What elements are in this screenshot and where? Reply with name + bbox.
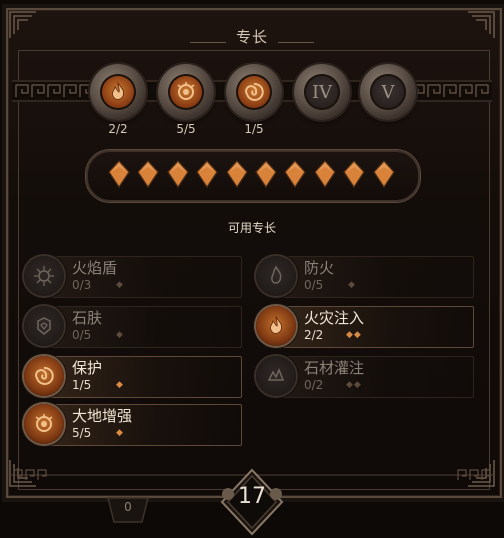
fire-shield-icon	[24, 256, 64, 296]
specialization-point-icon	[255, 160, 277, 188]
spec-cost: ◆	[116, 330, 124, 340]
spec-rank: 0/3	[72, 278, 92, 292]
protection-icon	[24, 356, 64, 396]
spec-fire-shield[interactable]: 火焰盾 0/3 ◆	[24, 256, 242, 298]
spec-fire-infusion[interactable]: 火灾注入 2/2 ◆◆	[256, 306, 474, 348]
specialization-point-icon	[284, 160, 307, 188]
rank-medal-5[interactable]: V	[360, 64, 416, 120]
available-specs-title: 可用专长	[227, 221, 276, 235]
rank-count-1: 2/2	[108, 122, 128, 136]
rank-count-2: 5/5	[176, 122, 196, 136]
spec-rank: 0/2	[304, 378, 324, 392]
specialization-point-icon	[372, 160, 395, 188]
spec-cost: ◆◆	[346, 330, 362, 340]
spec-name: 石肤	[72, 309, 103, 327]
spec-rank: 5/5	[72, 426, 92, 440]
spec-cost: ◆	[116, 280, 124, 290]
stone-infusion-icon	[256, 356, 296, 396]
level-value: 17	[238, 484, 266, 509]
fire-ward-icon	[256, 256, 296, 296]
rank-medal-1[interactable]	[90, 64, 146, 120]
earth-empower-icon	[24, 404, 64, 444]
locked-rank-icon: V	[370, 74, 406, 110]
spec-stone-skin[interactable]: 石肤 0/5 ◆	[24, 306, 242, 348]
spec-rank: 2/2	[304, 328, 324, 342]
spec-name: 大地增强	[72, 407, 133, 425]
specialization-point-icon	[196, 160, 218, 188]
specialization-point-icon	[343, 160, 365, 188]
spec-protection[interactable]: 保护 1/5 ◆	[24, 356, 242, 398]
spec-name: 石材灌注	[304, 359, 365, 377]
specialization-point-icon	[225, 160, 248, 188]
locked-rank-icon: IV	[304, 74, 340, 110]
specialization-point-icon	[108, 160, 130, 188]
fire-infusion-icon	[256, 306, 296, 346]
spec-name: 火焰盾	[72, 259, 118, 277]
spec-rank: 1/5	[72, 378, 92, 392]
specialization-point-icon	[167, 160, 189, 188]
spec-fire-ward[interactable]: 防火 0/5 ◆	[256, 256, 474, 298]
spec-name: 火灾注入	[304, 309, 365, 327]
rank-count-3: 1/5	[244, 122, 264, 136]
spec-cost: ◆	[116, 380, 124, 390]
secondary-badge-value: 0	[124, 500, 132, 514]
rank-medal-4[interactable]: IV	[294, 64, 350, 120]
spec-name: 防火	[304, 259, 335, 277]
specialization-point-icon	[314, 160, 336, 188]
page-title: 专长	[235, 28, 268, 46]
flame-spiral-icon	[100, 74, 136, 110]
spec-cost: ◆	[348, 280, 356, 290]
spec-earth-empower[interactable]: 大地增强 5/5 ◆	[24, 404, 242, 446]
rank-medal-2[interactable]	[158, 64, 214, 120]
stone-skin-icon	[24, 306, 64, 346]
spec-rank: 0/5	[304, 278, 324, 292]
spec-cost: ◆	[116, 428, 124, 438]
spec-stone-infusion[interactable]: 石材灌注 0/2 ◆◆	[256, 356, 474, 398]
rank-medal-3[interactable]	[226, 64, 282, 120]
earth-eye-icon	[168, 74, 204, 110]
spec-rank: 0/5	[72, 328, 92, 342]
specialization-points-bar	[86, 150, 420, 202]
swirl-shield-icon	[236, 74, 272, 110]
specialization-point-icon	[137, 160, 160, 188]
spec-name: 保护	[72, 359, 103, 377]
spec-cost: ◆◆	[346, 380, 362, 390]
